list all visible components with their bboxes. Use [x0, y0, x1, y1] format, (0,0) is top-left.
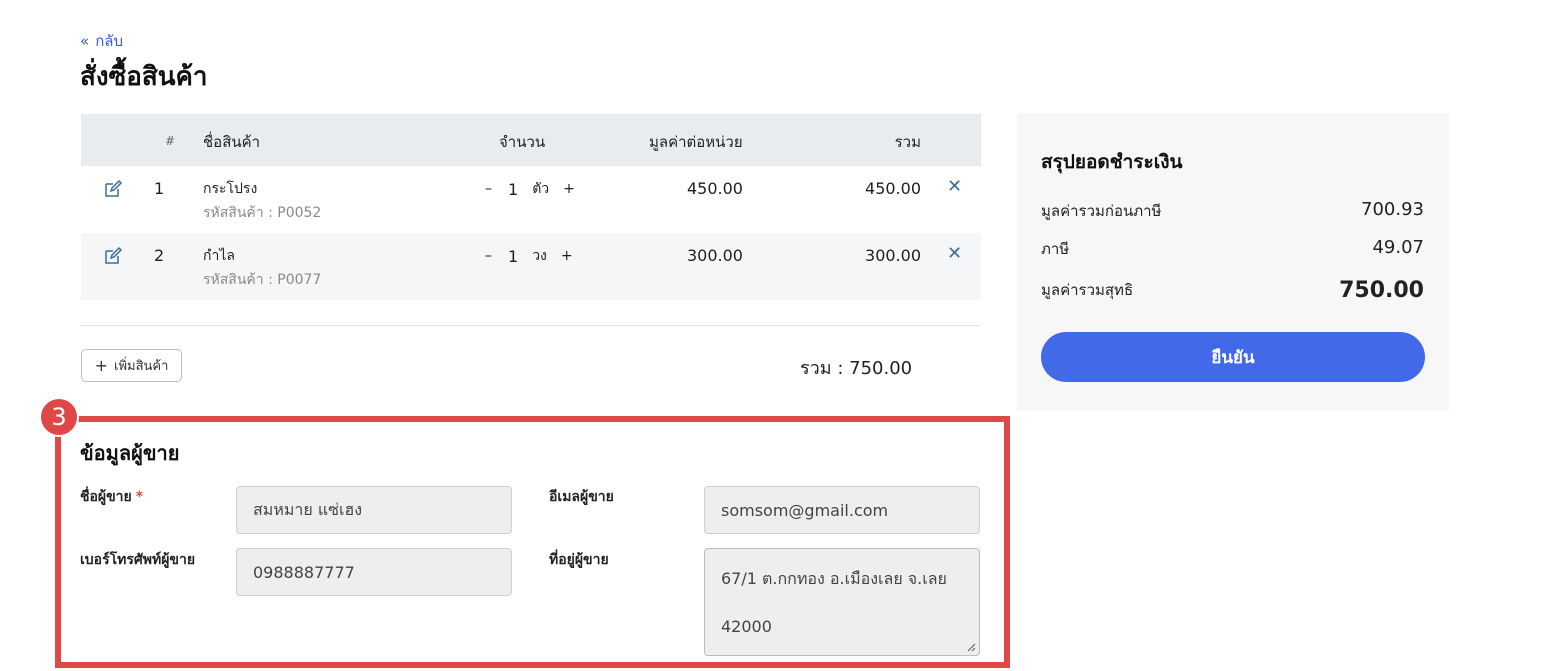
seller-phone-label: เบอร์โทรศัพท์ผู้ขาย [80, 552, 196, 568]
decrease-quantity-button[interactable]: – [481, 181, 496, 197]
seller-address-textarea[interactable]: 67/1 ต.กกทอง อ.เมืองเลย จ.เลย 42000 [704, 548, 980, 656]
quantity-value: 1 [508, 246, 519, 266]
step-badge: 3 [39, 397, 79, 437]
seller-email-label: อีเมลผู้ขาย [549, 489, 614, 505]
double-chevron-left-icon: « [80, 31, 90, 50]
seller-email-field[interactable]: somsom@gmail.com [704, 486, 980, 534]
seller-address-label: ที่อยู่ผู้ขาย [549, 552, 609, 568]
remove-row-icon[interactable]: ✕ [947, 243, 962, 264]
column-header-unit-price: มูลค่าต่อหน่วย [649, 133, 743, 151]
seller-name-field[interactable]: สมหมาย แซ่เฮง [236, 486, 512, 534]
unit-price: 300.00 [687, 246, 743, 265]
table-row: 1 กระโปรง รหัสสินค้า : P0052 – 1 ตัว + 4… [81, 166, 981, 233]
seller-section-title: ข้อมูลผู้ขาย [80, 441, 180, 465]
page-title: สั่งซื้อสินค้า [80, 62, 208, 92]
confirm-button[interactable]: ยืนยัน [1041, 332, 1425, 382]
payment-summary-panel: สรุปยอดชำระเงิน มูลค่ารวมก่อนภาษี 700.93… [1017, 113, 1449, 411]
product-name: กำไล [203, 248, 235, 264]
resize-grip-icon[interactable] [966, 642, 976, 652]
quantity-stepper: – 1 ตัว + [481, 178, 579, 200]
seller-name-label-text: ชื่อผู้ขาย [80, 489, 132, 505]
add-product-button[interactable]: + เพิ่มสินค้า [81, 349, 182, 382]
remove-row-icon[interactable]: ✕ [947, 176, 962, 197]
back-link[interactable]: « กลับ [80, 29, 123, 53]
tax-value: 49.07 [1372, 237, 1424, 258]
decrease-quantity-button[interactable]: – [481, 248, 496, 264]
column-header-number: # [165, 134, 176, 148]
subtotal-text: รวม : 750.00 [800, 358, 913, 379]
increase-quantity-button[interactable]: + [557, 248, 577, 264]
quantity-stepper: – 1 วง + [481, 245, 577, 267]
required-mark: * [135, 489, 144, 505]
table-header: # ชื่อสินค้า จำนวน มูลค่าต่อหน่วย รวม [81, 114, 981, 166]
before-tax-value: 700.93 [1361, 199, 1424, 220]
quantity-unit: ตัว [532, 181, 550, 197]
column-header-name: ชื่อสินค้า [203, 133, 261, 151]
before-tax-label: มูลค่ารวมก่อนภาษี [1041, 202, 1162, 220]
product-table: # ชื่อสินค้า จำนวน มูลค่าต่อหน่วย รวม 1 … [81, 114, 981, 300]
row-index: 2 [154, 246, 165, 265]
seller-name-label: ชื่อผู้ขาย * [80, 486, 143, 508]
product-name: กระโปรง [203, 181, 258, 197]
row-total: 450.00 [865, 179, 921, 198]
column-header-quantity: จำนวน [499, 133, 546, 151]
back-label: กลับ [95, 32, 123, 50]
row-total: 300.00 [865, 246, 921, 265]
product-code: รหัสสินค้า : P0052 [203, 205, 322, 221]
plus-icon: + [94, 355, 108, 375]
quantity-value: 1 [508, 179, 519, 199]
column-header-total: รวม [894, 133, 921, 151]
quantity-unit: วง [532, 248, 547, 264]
edit-icon[interactable] [103, 179, 123, 199]
table-row: 2 กำไล รหัสสินค้า : P0077 – 1 วง + 300.0… [81, 233, 981, 300]
net-total-value: 750.00 [1339, 278, 1424, 303]
summary-title: สรุปยอดชำระเงิน [1041, 151, 1183, 173]
seller-phone-field[interactable]: 0988887777 [236, 548, 512, 596]
address-line-1: 67/1 ต.กกทอง อ.เมืองเลย จ.เลย [721, 569, 947, 588]
tax-label: ภาษี [1041, 240, 1070, 258]
product-code: รหัสสินค้า : P0077 [203, 272, 322, 288]
edit-icon[interactable] [103, 246, 123, 266]
row-index: 1 [154, 179, 165, 198]
address-line-2: 42000 [721, 617, 772, 636]
increase-quantity-button[interactable]: + [559, 181, 579, 197]
net-total-label: มูลค่ารวมสุทธิ [1041, 281, 1134, 299]
unit-price: 450.00 [687, 179, 743, 198]
add-product-label: เพิ่มสินค้า [114, 359, 169, 374]
divider [81, 325, 981, 326]
